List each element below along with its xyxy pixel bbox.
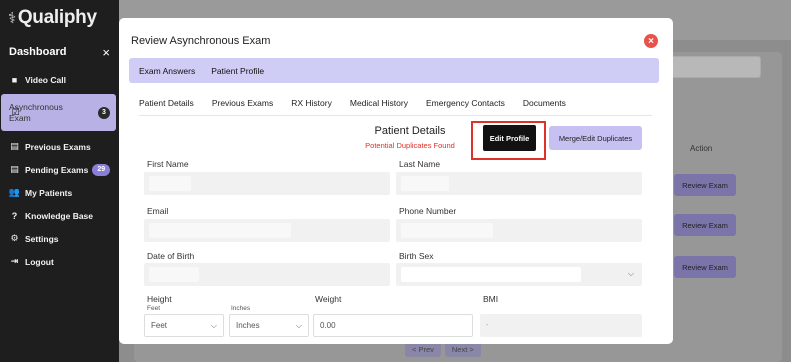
- video-icon: ■: [11, 74, 18, 85]
- email-field[interactable]: [144, 219, 390, 242]
- redacted-value: [401, 223, 493, 238]
- feet-value: Feet: [151, 321, 168, 330]
- tab-patient-profile[interactable]: Patient Profile: [211, 66, 264, 76]
- count-badge: 3: [98, 106, 110, 119]
- sidebar-item-previous-exams[interactable]: ▤ Previous Exams: [0, 135, 119, 158]
- sidebar-item-asynchronous-exam[interactable]: ☑ Asynchronous Exam 3: [1, 94, 116, 131]
- redacted-value: [149, 267, 199, 282]
- phone-number-field[interactable]: [396, 219, 642, 242]
- sidebar-item-label: Asynchronous Exam: [9, 101, 63, 123]
- clipboard-icon: ▤: [10, 141, 19, 151]
- sidebar-item-video-call[interactable]: ■ Video Call: [0, 68, 119, 91]
- logout-icon: ⇥: [10, 256, 19, 266]
- app-logo[interactable]: ⚕ Qualiphy: [0, 0, 119, 36]
- tab-rx-history[interactable]: RX History: [291, 98, 332, 108]
- birth-sex-select[interactable]: ⌵: [396, 263, 642, 286]
- review-exam-button: Review Exam: [674, 214, 736, 236]
- feet-label: Feet: [147, 305, 161, 312]
- close-sidebar-icon[interactable]: ×: [102, 45, 110, 60]
- sidebar-item-knowledge-base[interactable]: ? Knowledge Base: [0, 204, 119, 227]
- duplicates-warning: Potential Duplicates Found: [365, 141, 455, 150]
- count-badge: 29: [92, 163, 111, 176]
- users-icon: 👥: [8, 187, 21, 197]
- chevron-down-icon: ⌵: [295, 320, 302, 330]
- date-of-birth-label: Date of Birth: [147, 251, 195, 261]
- dashboard-label: Dashboard: [9, 46, 67, 58]
- stethoscope-icon: ⚕: [8, 10, 16, 27]
- action-column-header: Action: [690, 144, 713, 153]
- tab-emergency-contacts[interactable]: Emergency Contacts: [426, 98, 505, 108]
- close-icon[interactable]: ×: [644, 34, 658, 48]
- patient-sub-tabs: Patient Details Previous Exams RX Histor…: [139, 98, 584, 108]
- email-label: Email: [147, 206, 169, 216]
- redacted-value: [401, 176, 449, 191]
- sidebar-item-label: Video Call: [25, 74, 66, 85]
- pagination: < Prev Next >: [405, 342, 481, 357]
- sidebar-item-pending-exams[interactable]: ▤ Pending Exams 29: [0, 158, 119, 181]
- sidebar-item-my-patients[interactable]: 👥 My Patients: [0, 181, 119, 204]
- modal-title: Review Asynchronous Exam: [131, 35, 271, 47]
- modal-top-tabs: Exam Answers Patient Profile: [129, 58, 659, 83]
- merge-duplicates-button[interactable]: Merge/Edit Duplicates: [549, 126, 642, 150]
- tab-medical-history[interactable]: Medical History: [350, 98, 408, 108]
- next-page-button: Next >: [444, 342, 481, 357]
- sidebar-item-label: Pending Exams: [25, 164, 89, 175]
- inches-label: Inches: [231, 305, 251, 312]
- sidebar-item-label: Knowledge Base: [25, 210, 94, 221]
- background-search-input: [671, 56, 761, 78]
- review-exam-modal: Review Asynchronous Exam × Exam Answers …: [119, 18, 673, 344]
- chevron-down-icon: ⌵: [210, 320, 217, 330]
- first-name-field[interactable]: [144, 172, 390, 195]
- height-label: Height: [147, 294, 172, 304]
- last-name-label: Last Name: [399, 159, 441, 169]
- sidebar: ⚕ Qualiphy Dashboard × ■ Video Call ☑ As…: [0, 0, 119, 362]
- review-exam-button: Review Exam: [674, 174, 736, 196]
- inches-value: Inches: [236, 321, 260, 330]
- tab-previous-exams[interactable]: Previous Exams: [212, 98, 273, 108]
- bmi-value: -: [486, 320, 489, 329]
- sidebar-item-label: Previous Exams: [25, 141, 91, 152]
- birth-sex-label: Birth Sex: [399, 251, 434, 261]
- feet-select[interactable]: Feet ⌵: [144, 314, 224, 337]
- redacted-value: [149, 176, 191, 191]
- chevron-down-icon: ⌵: [627, 269, 634, 278]
- sidebar-item-label: Settings: [25, 233, 59, 244]
- dashboard-header[interactable]: Dashboard ×: [0, 36, 119, 68]
- review-exam-button: Review Exam: [674, 256, 736, 278]
- sidebar-item-label: Logout: [25, 256, 54, 267]
- weight-value: 0.00: [320, 321, 336, 330]
- first-name-label: First Name: [147, 159, 189, 169]
- tab-patient-details[interactable]: Patient Details: [139, 98, 194, 108]
- bmi-field: -: [480, 314, 642, 337]
- sidebar-item-logout[interactable]: ⇥ Logout: [0, 250, 119, 273]
- redacted-value: [401, 267, 581, 282]
- weight-label: Weight: [315, 294, 342, 304]
- phone-number-label: Phone Number: [399, 206, 457, 216]
- clipboard-icon: ▤: [10, 164, 19, 174]
- inches-select[interactable]: Inches ⌵: [229, 314, 309, 337]
- edit-profile-button[interactable]: Edit Profile: [483, 125, 536, 151]
- date-of-birth-field[interactable]: [144, 263, 390, 286]
- tab-documents[interactable]: Documents: [523, 98, 566, 108]
- divider: [139, 115, 652, 116]
- question-icon: ?: [11, 210, 18, 221]
- redacted-value: [149, 223, 291, 238]
- prev-page-button: < Prev: [405, 342, 441, 357]
- sidebar-item-settings[interactable]: ⚙ Settings: [0, 227, 119, 250]
- logo-text: Qualiphy: [17, 7, 97, 28]
- section-title: Patient Details: [374, 125, 446, 137]
- bmi-label: BMI: [483, 294, 499, 304]
- tab-exam-answers[interactable]: Exam Answers: [139, 66, 195, 76]
- last-name-field[interactable]: [396, 172, 642, 195]
- gear-icon: ⚙: [10, 233, 19, 243]
- weight-input[interactable]: 0.00: [313, 314, 473, 337]
- sidebar-item-label: My Patients: [25, 187, 73, 198]
